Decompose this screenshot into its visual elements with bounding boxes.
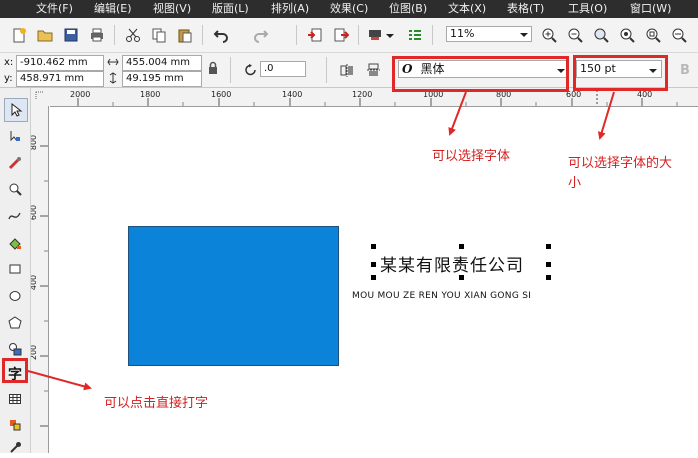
annotation-arrows — [27, 91, 615, 391]
arrow-to-font-size — [597, 91, 615, 140]
annotation-font-size-line1: 可以选择字体的大 — [568, 156, 673, 171]
arrow-to-font-select — [448, 91, 467, 136]
annotation-text-tool: 可以点击直接打字 — [104, 396, 209, 411]
arrow-to-text-tool — [27, 370, 92, 391]
annotation-font-select: 可以选择字体 — [432, 149, 511, 164]
annotation-font-size-line2: 小 — [568, 176, 582, 191]
